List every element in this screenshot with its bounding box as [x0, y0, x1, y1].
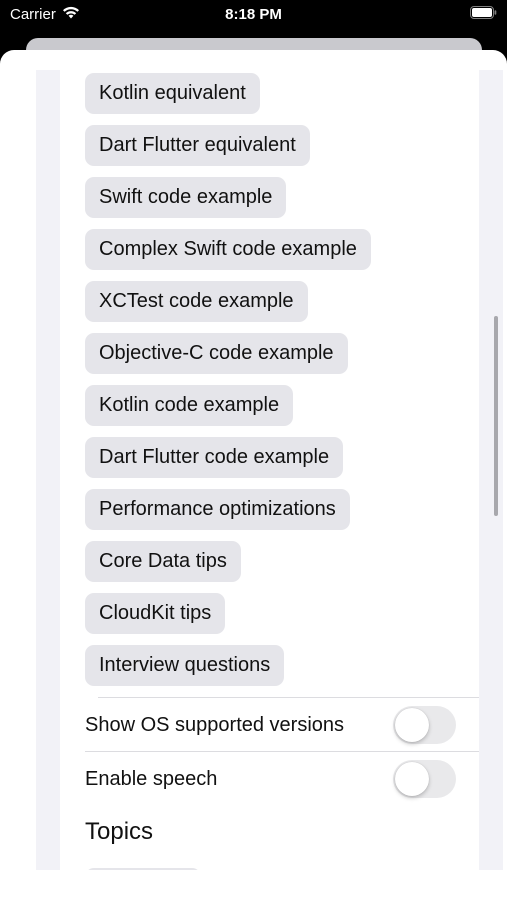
option-chip[interactable]: Dart Flutter code example	[85, 437, 344, 478]
scroll-indicator[interactable]	[494, 316, 498, 516]
toggle-knob	[395, 762, 429, 796]
option-chip[interactable]: Swift code example	[85, 177, 287, 218]
bottom-safe-area	[0, 870, 507, 900]
option-chip[interactable]: Core Data tips	[85, 541, 241, 582]
option-chip[interactable]: Interview questions	[85, 645, 285, 686]
list-left-gutter	[36, 70, 60, 900]
option-chip[interactable]: Dart Flutter equivalent	[85, 125, 310, 166]
battery-icon	[470, 6, 497, 19]
status-time: 8:18 PM	[225, 6, 282, 23]
option-chip[interactable]: CloudKit tips	[85, 593, 226, 634]
show-os-versions-label: Show OS supported versions	[85, 714, 345, 736]
enable-speech-label: Enable speech	[85, 768, 218, 790]
option-chip[interactable]: Performance optimizations	[85, 489, 350, 530]
show-os-versions-toggle[interactable]	[393, 706, 456, 744]
option-chip[interactable]: Kotlin equivalent	[85, 73, 260, 114]
option-chip[interactable]: XCTest code example	[85, 281, 308, 322]
row-divider	[98, 697, 479, 698]
topics-section-title: Topics	[85, 818, 154, 845]
option-chip[interactable]: Complex Swift code example	[85, 229, 371, 270]
toggle-knob	[395, 708, 429, 742]
list-right-gutter	[479, 70, 503, 900]
settings-sheet[interactable]: Kotlin equivalent Dart Flutter equivalen…	[0, 50, 507, 900]
row-divider	[85, 751, 479, 752]
option-chip[interactable]: Kotlin code example	[85, 385, 294, 426]
enable-speech-toggle[interactable]	[393, 760, 456, 798]
status-bar: Carrier 8:18 PM	[0, 0, 507, 30]
option-chip[interactable]: Objective-C code example	[85, 333, 348, 374]
